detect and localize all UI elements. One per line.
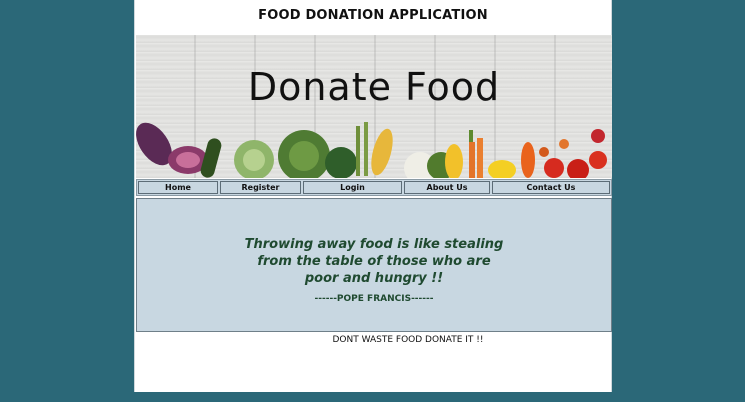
quote-line-2: from the table of those who are (257, 254, 491, 269)
quote-line-3: poor and hungry !! (304, 271, 444, 286)
nav-login[interactable]: Login (303, 181, 402, 194)
main-nav: Home Register Login About Us Contact Us (136, 179, 612, 196)
nav-contact-us[interactable]: Contact Us (492, 181, 610, 194)
broccoli-shape (325, 147, 357, 178)
donate-food-banner: Donate Food (136, 35, 612, 178)
nav-register[interactable]: Register (220, 181, 301, 194)
corn-shape (371, 128, 393, 176)
carrot-shape (469, 142, 475, 178)
bell-pepper-yellow-shape (488, 160, 516, 178)
nav-home[interactable]: Home (138, 181, 218, 194)
quote-text: Throwing away food is like stealing from… (137, 236, 611, 287)
page-container: FOOD DONATION APPLICATION Donate Food Ho… (134, 0, 612, 392)
quote-panel: Throwing away food is like stealing from… (136, 198, 612, 332)
tomato-shape (544, 158, 564, 178)
quote-line-1: Throwing away food is like stealing (244, 237, 504, 252)
yellow-pepper-shape (445, 144, 463, 178)
pepper-orange-shape (521, 142, 535, 178)
bottom-strip (134, 392, 612, 402)
app-title: FOOD DONATION APPLICATION (258, 8, 488, 23)
asparagus-shape (356, 126, 360, 176)
banner-headline: Donate Food (247, 65, 501, 109)
quote-author: ------POPE FRANCIS------ (314, 294, 434, 304)
vegetables-image (136, 122, 607, 178)
footer-tagline: DONT WASTE FOOD DONATE IT !! (332, 335, 484, 345)
nav-about-us[interactable]: About Us (404, 181, 490, 194)
